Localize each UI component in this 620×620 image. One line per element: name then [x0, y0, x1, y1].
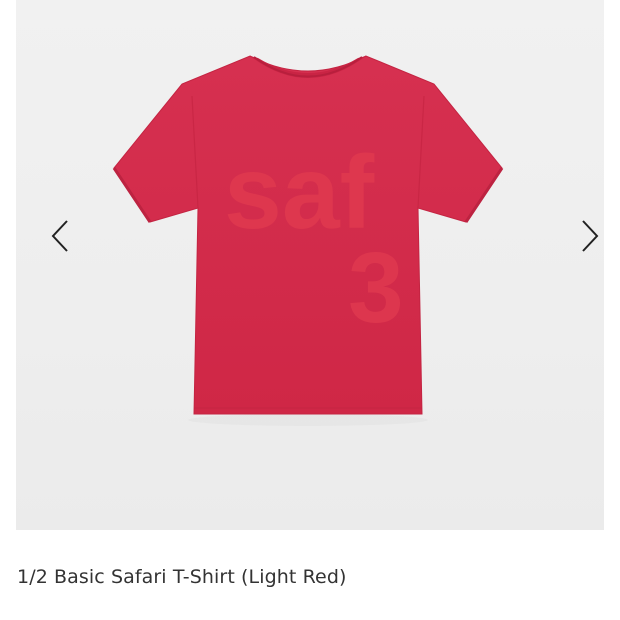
chevron-left-icon: [51, 220, 68, 252]
product-image: saf 3: [112, 55, 504, 426]
t-shirt-illustration: saf 3: [112, 55, 504, 426]
previous-image-button[interactable]: [44, 216, 76, 256]
next-image-button[interactable]: [574, 216, 606, 256]
shirt-print-number: 3: [348, 232, 404, 344]
chevron-right-icon: [582, 220, 599, 252]
product-title[interactable]: 1/2 Basic Safari T-Shirt (Light Red): [17, 566, 347, 588]
product-gallery: saf 3: [16, 0, 604, 530]
